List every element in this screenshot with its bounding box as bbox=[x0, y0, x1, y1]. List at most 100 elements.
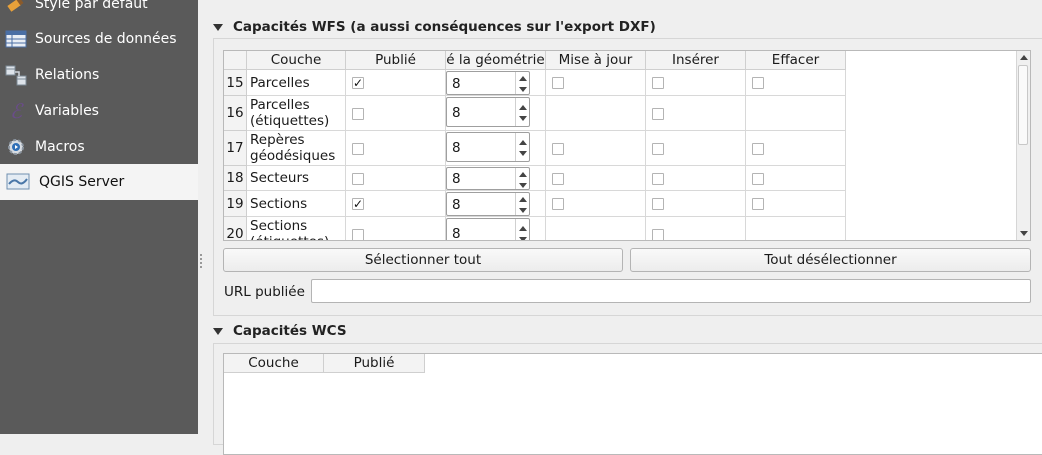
delete-checkbox[interactable] bbox=[752, 143, 764, 155]
spin-up-arrow-icon[interactable] bbox=[519, 226, 527, 231]
sidebar-item-label: QGIS Server bbox=[39, 174, 125, 190]
row-number[interactable]: 17 bbox=[224, 131, 247, 166]
spin-down-arrow-icon[interactable] bbox=[519, 151, 527, 156]
column-header-layer[interactable]: Couche bbox=[224, 354, 324, 373]
delete-cell bbox=[746, 96, 846, 131]
row-number[interactable]: 16 bbox=[224, 96, 247, 131]
sidebar-item-default-style[interactable]: Style par défaut bbox=[0, 0, 198, 22]
sidebar-item-variables[interactable]: ℰ Variables bbox=[0, 93, 198, 129]
column-header-geometry-precision[interactable]: é la géométrie bbox=[446, 51, 546, 70]
published-checkbox[interactable]: ✓ bbox=[352, 198, 364, 210]
paint-style-icon bbox=[4, 0, 28, 16]
insert-checkbox[interactable] bbox=[652, 143, 664, 155]
collapse-triangle-icon[interactable] bbox=[213, 23, 223, 31]
scroll-up-arrow-icon[interactable] bbox=[1020, 55, 1028, 60]
published-checkbox[interactable] bbox=[352, 143, 364, 155]
collapse-triangle-icon[interactable] bbox=[213, 327, 223, 335]
insert-checkbox[interactable] bbox=[652, 229, 664, 240]
spin-up-arrow-icon[interactable] bbox=[519, 105, 527, 110]
layer-name-cell[interactable]: Parcelles (étiquettes) bbox=[247, 96, 346, 131]
insert-cell bbox=[646, 166, 746, 191]
delete-checkbox[interactable] bbox=[752, 173, 764, 185]
published-url-label: URL publiée bbox=[224, 284, 305, 300]
published-cell: ✓ bbox=[346, 70, 446, 96]
wfs-table-scrollbar[interactable] bbox=[1016, 51, 1030, 240]
precision-spinbox[interactable]: 8 bbox=[446, 167, 530, 190]
delete-cell bbox=[746, 191, 846, 217]
geometry-precision-cell: 8 bbox=[446, 191, 546, 217]
row-number[interactable]: 20 bbox=[224, 217, 247, 240]
layer-name-cell[interactable]: Parcelles bbox=[247, 70, 346, 96]
update-cell bbox=[546, 166, 646, 191]
sidebar-item-label: Sources de données bbox=[35, 31, 177, 47]
insert-checkbox[interactable] bbox=[652, 108, 664, 120]
layer-name-cell[interactable]: Repères géodésiques bbox=[247, 131, 346, 166]
update-checkbox[interactable] bbox=[552, 173, 564, 185]
column-header-published[interactable]: Publié bbox=[346, 51, 446, 70]
sidebar-item-label: Macros bbox=[35, 139, 85, 155]
published-checkbox[interactable] bbox=[352, 173, 364, 185]
update-checkbox[interactable] bbox=[552, 198, 564, 210]
column-header-delete[interactable]: Effacer bbox=[746, 51, 846, 70]
spin-up-arrow-icon[interactable] bbox=[519, 76, 527, 81]
update-checkbox[interactable] bbox=[552, 77, 564, 89]
published-cell bbox=[346, 166, 446, 191]
insert-cell bbox=[646, 191, 746, 217]
layer-name-cell[interactable]: Secteurs bbox=[247, 166, 346, 191]
delete-checkbox[interactable] bbox=[752, 77, 764, 89]
update-cell bbox=[546, 217, 646, 240]
column-header-published[interactable]: Publié bbox=[324, 354, 425, 373]
geometry-precision-cell: 8 bbox=[446, 166, 546, 191]
published-cell bbox=[346, 96, 446, 131]
insert-checkbox[interactable] bbox=[652, 173, 664, 185]
spin-down-arrow-icon[interactable] bbox=[519, 237, 527, 240]
scroll-down-arrow-icon[interactable] bbox=[1020, 231, 1028, 236]
insert-checkbox[interactable] bbox=[652, 198, 664, 210]
spin-up-arrow-icon[interactable] bbox=[519, 172, 527, 177]
wcs-group-header[interactable]: Capacités WCS bbox=[213, 321, 347, 341]
spin-down-arrow-icon[interactable] bbox=[519, 183, 527, 188]
precision-spinbox[interactable]: 8 bbox=[446, 218, 530, 240]
insert-cell bbox=[646, 131, 746, 166]
layer-name-cell[interactable]: Sections bbox=[247, 191, 346, 217]
precision-spinbox[interactable]: 8 bbox=[446, 71, 530, 95]
layer-name-cell[interactable]: Sections (étiquettes) bbox=[247, 217, 346, 240]
spin-down-arrow-icon[interactable] bbox=[519, 87, 527, 92]
sidebar: Style par défaut Sources de données Rela… bbox=[0, 0, 198, 434]
precision-spinbox[interactable]: 8 bbox=[446, 192, 530, 216]
empty-cell bbox=[846, 70, 1016, 96]
delete-checkbox[interactable] bbox=[752, 198, 764, 210]
svg-text:ℰ: ℰ bbox=[10, 100, 24, 122]
insert-cell bbox=[646, 70, 746, 96]
sidebar-item-qgis-server[interactable]: QGIS Server bbox=[0, 164, 198, 200]
spin-down-arrow-icon[interactable] bbox=[519, 208, 527, 213]
wcs-layer-table: Couche Publié bbox=[223, 353, 1042, 455]
sidebar-item-relations[interactable]: Relations bbox=[0, 57, 198, 93]
column-header-layer[interactable]: Couche bbox=[247, 51, 346, 70]
published-checkbox[interactable] bbox=[352, 229, 364, 240]
spin-up-arrow-icon[interactable] bbox=[519, 140, 527, 145]
precision-spinbox[interactable]: 8 bbox=[446, 97, 530, 127]
deselect-all-button[interactable]: Tout désélectionner bbox=[630, 248, 1031, 272]
splitter-handle[interactable] bbox=[199, 252, 203, 272]
row-number[interactable]: 15 bbox=[224, 70, 247, 96]
wfs-group-header[interactable]: Capacités WFS (a aussi conséquences sur … bbox=[213, 17, 656, 37]
column-header-update[interactable]: Mise à jour bbox=[546, 51, 646, 70]
precision-spinbox[interactable]: 8 bbox=[446, 132, 530, 162]
update-checkbox[interactable] bbox=[552, 143, 564, 155]
sidebar-item-macros[interactable]: Macros bbox=[0, 129, 198, 165]
sidebar-item-data-sources[interactable]: Sources de données bbox=[0, 21, 198, 57]
published-url-input[interactable] bbox=[311, 279, 1031, 303]
scrollbar-thumb[interactable] bbox=[1018, 65, 1028, 145]
column-header-insert[interactable]: Insérer bbox=[646, 51, 746, 70]
insert-checkbox[interactable] bbox=[652, 77, 664, 89]
row-number[interactable]: 19 bbox=[224, 191, 247, 217]
published-checkbox[interactable] bbox=[352, 108, 364, 120]
update-cell bbox=[546, 70, 646, 96]
row-number[interactable]: 18 bbox=[224, 166, 247, 191]
select-all-button[interactable]: Sélectionner tout bbox=[223, 248, 623, 272]
spin-up-arrow-icon[interactable] bbox=[519, 197, 527, 202]
spin-down-arrow-icon[interactable] bbox=[519, 116, 527, 121]
wfs-layer-table: Couche Publié é la géométrie Mise à jour… bbox=[223, 50, 1031, 241]
published-checkbox[interactable]: ✓ bbox=[352, 77, 364, 89]
